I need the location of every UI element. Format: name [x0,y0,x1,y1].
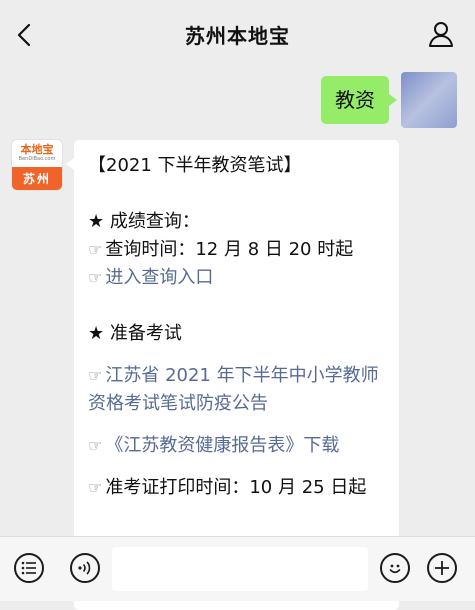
logo-city: 苏州 [12,167,62,190]
profile-button[interactable] [427,20,455,48]
person-icon [429,22,453,47]
chat-input-bar [0,536,475,601]
query-time-text: 查询时间：12 月 8 日 20 时起 [105,239,354,260]
chevron-left-icon [17,23,31,47]
voice-icon [78,561,91,575]
outgoing-bubble[interactable]: 教资 [321,76,397,124]
pointing-hand-icon: ☞ [88,268,103,287]
emoji-button[interactable] [380,553,410,583]
health-link-line: ☞ 《江苏教资健康报告表》下载 [88,432,385,460]
query-entry-link[interactable]: 进入查询入口 [105,267,213,288]
outgoing-message: 教资 [321,72,457,128]
pointing-hand-icon: ☞ [88,478,103,497]
pointing-hand-icon: ☞ [88,240,103,259]
list-icon [21,561,36,575]
emoji-icon [389,564,401,574]
epidemic-notice-link[interactable]: 江苏省 2021 年下半年中小学教师资格考试笔试防疫公告 [88,365,379,414]
pointing-hand-icon: ☞ [88,436,103,455]
query-link-line: ☞ 进入查询入口 [88,264,385,292]
admit-time-line: ☞ 准考证打印时间：10 月 25 日起 [88,474,385,502]
message-input[interactable] [112,547,368,591]
prep-section-title: ★ 准备考试 [88,323,182,344]
message-heading: 【2021 下半年教资笔试】 [88,155,302,176]
back-button[interactable] [12,22,36,48]
query-time-line: ☞ 查询时间：12 月 8 日 20 时起 [88,236,385,264]
plus-icon [435,561,449,575]
admit-time-text: 准考证打印时间：10 月 25 日起 [105,477,367,498]
logo-name: 本地宝 [20,143,54,156]
voice-button[interactable] [70,553,100,583]
bendibao-avatar[interactable]: 本地宝 BenDiBao.com 苏州 [12,140,62,190]
chat-header: 苏州本地宝 [0,0,475,68]
my-avatar[interactable] [401,72,457,128]
menu-button[interactable] [14,553,44,583]
chat-title: 苏州本地宝 [185,23,290,48]
logo-top: 本地宝 BenDiBao.com [12,140,62,167]
logo-sub: BenDiBao.com [18,156,56,162]
pointing-hand-icon: ☞ [88,366,103,385]
more-button[interactable] [427,553,457,583]
notice-link-line: ☞ 江苏省 2021 年下半年中小学教师资格考试笔试防疫公告 [88,362,385,418]
score-section-title: ★ 成绩查询： [88,211,200,232]
health-report-link[interactable]: 《江苏教资健康报告表》下载 [105,435,339,456]
